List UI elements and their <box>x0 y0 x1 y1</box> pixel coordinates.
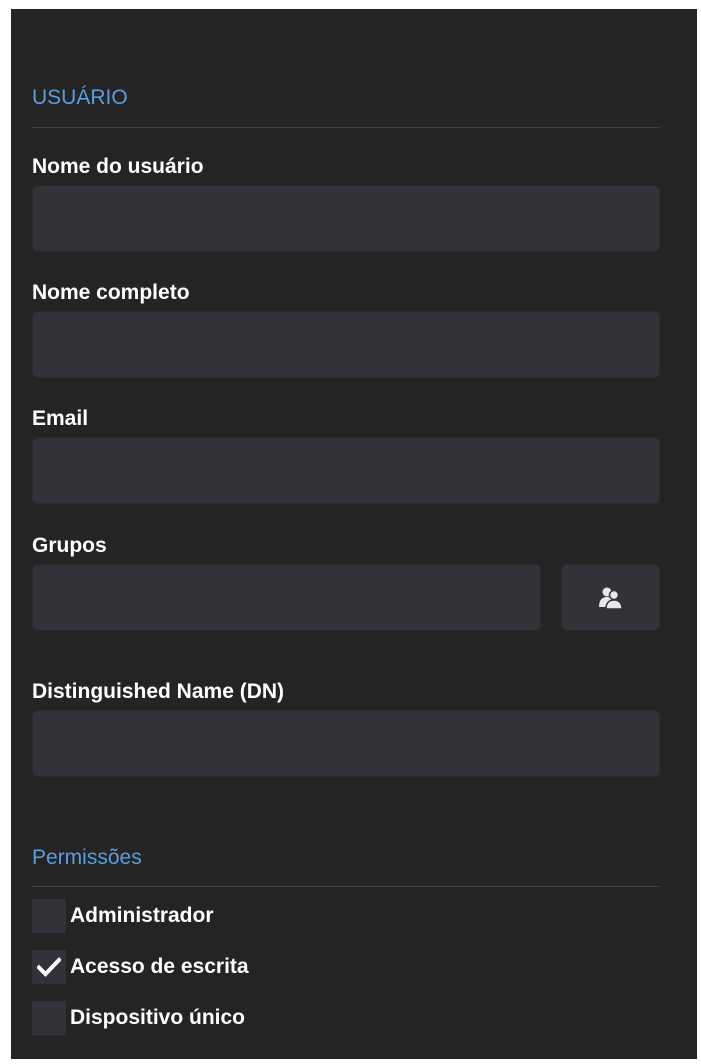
groups-label: Grupos <box>32 534 107 557</box>
dn-label: Distinguished Name (DN) <box>32 680 285 703</box>
user-section-title: USUÁRIO <box>32 86 128 109</box>
admin-checkbox[interactable] <box>32 899 66 933</box>
admin-label: Administrador <box>70 904 214 927</box>
username-label: Nome do usuário <box>32 155 204 178</box>
dn-input[interactable] <box>32 710 660 777</box>
groups-input[interactable] <box>32 564 541 631</box>
permission-admin[interactable]: Administrador <box>32 899 214 933</box>
select-groups-button[interactable] <box>561 564 660 631</box>
checkmark-icon <box>37 957 61 977</box>
email-label: Email <box>32 407 89 430</box>
permissions-section-title: Permissões <box>32 846 142 869</box>
permissions-section-divider <box>32 886 660 887</box>
username-input[interactable] <box>32 185 660 252</box>
permission-write-access[interactable]: Acesso de escrita <box>32 950 249 984</box>
write-access-checkbox[interactable] <box>32 950 66 984</box>
fullname-input[interactable] <box>32 311 660 378</box>
email-input[interactable] <box>32 437 660 504</box>
single-device-label: Dispositivo único <box>70 1006 246 1029</box>
fullname-label: Nome completo <box>32 281 190 304</box>
permission-single-device[interactable]: Dispositivo único <box>32 1001 245 1035</box>
user-section-divider <box>32 127 660 128</box>
user-form-panel: USUÁRIO Nome do usuário Nome completo Em… <box>11 9 697 1059</box>
write-access-label: Acesso de escrita <box>70 955 249 978</box>
single-device-checkbox[interactable] <box>32 1001 66 1035</box>
users-icon <box>598 587 623 610</box>
